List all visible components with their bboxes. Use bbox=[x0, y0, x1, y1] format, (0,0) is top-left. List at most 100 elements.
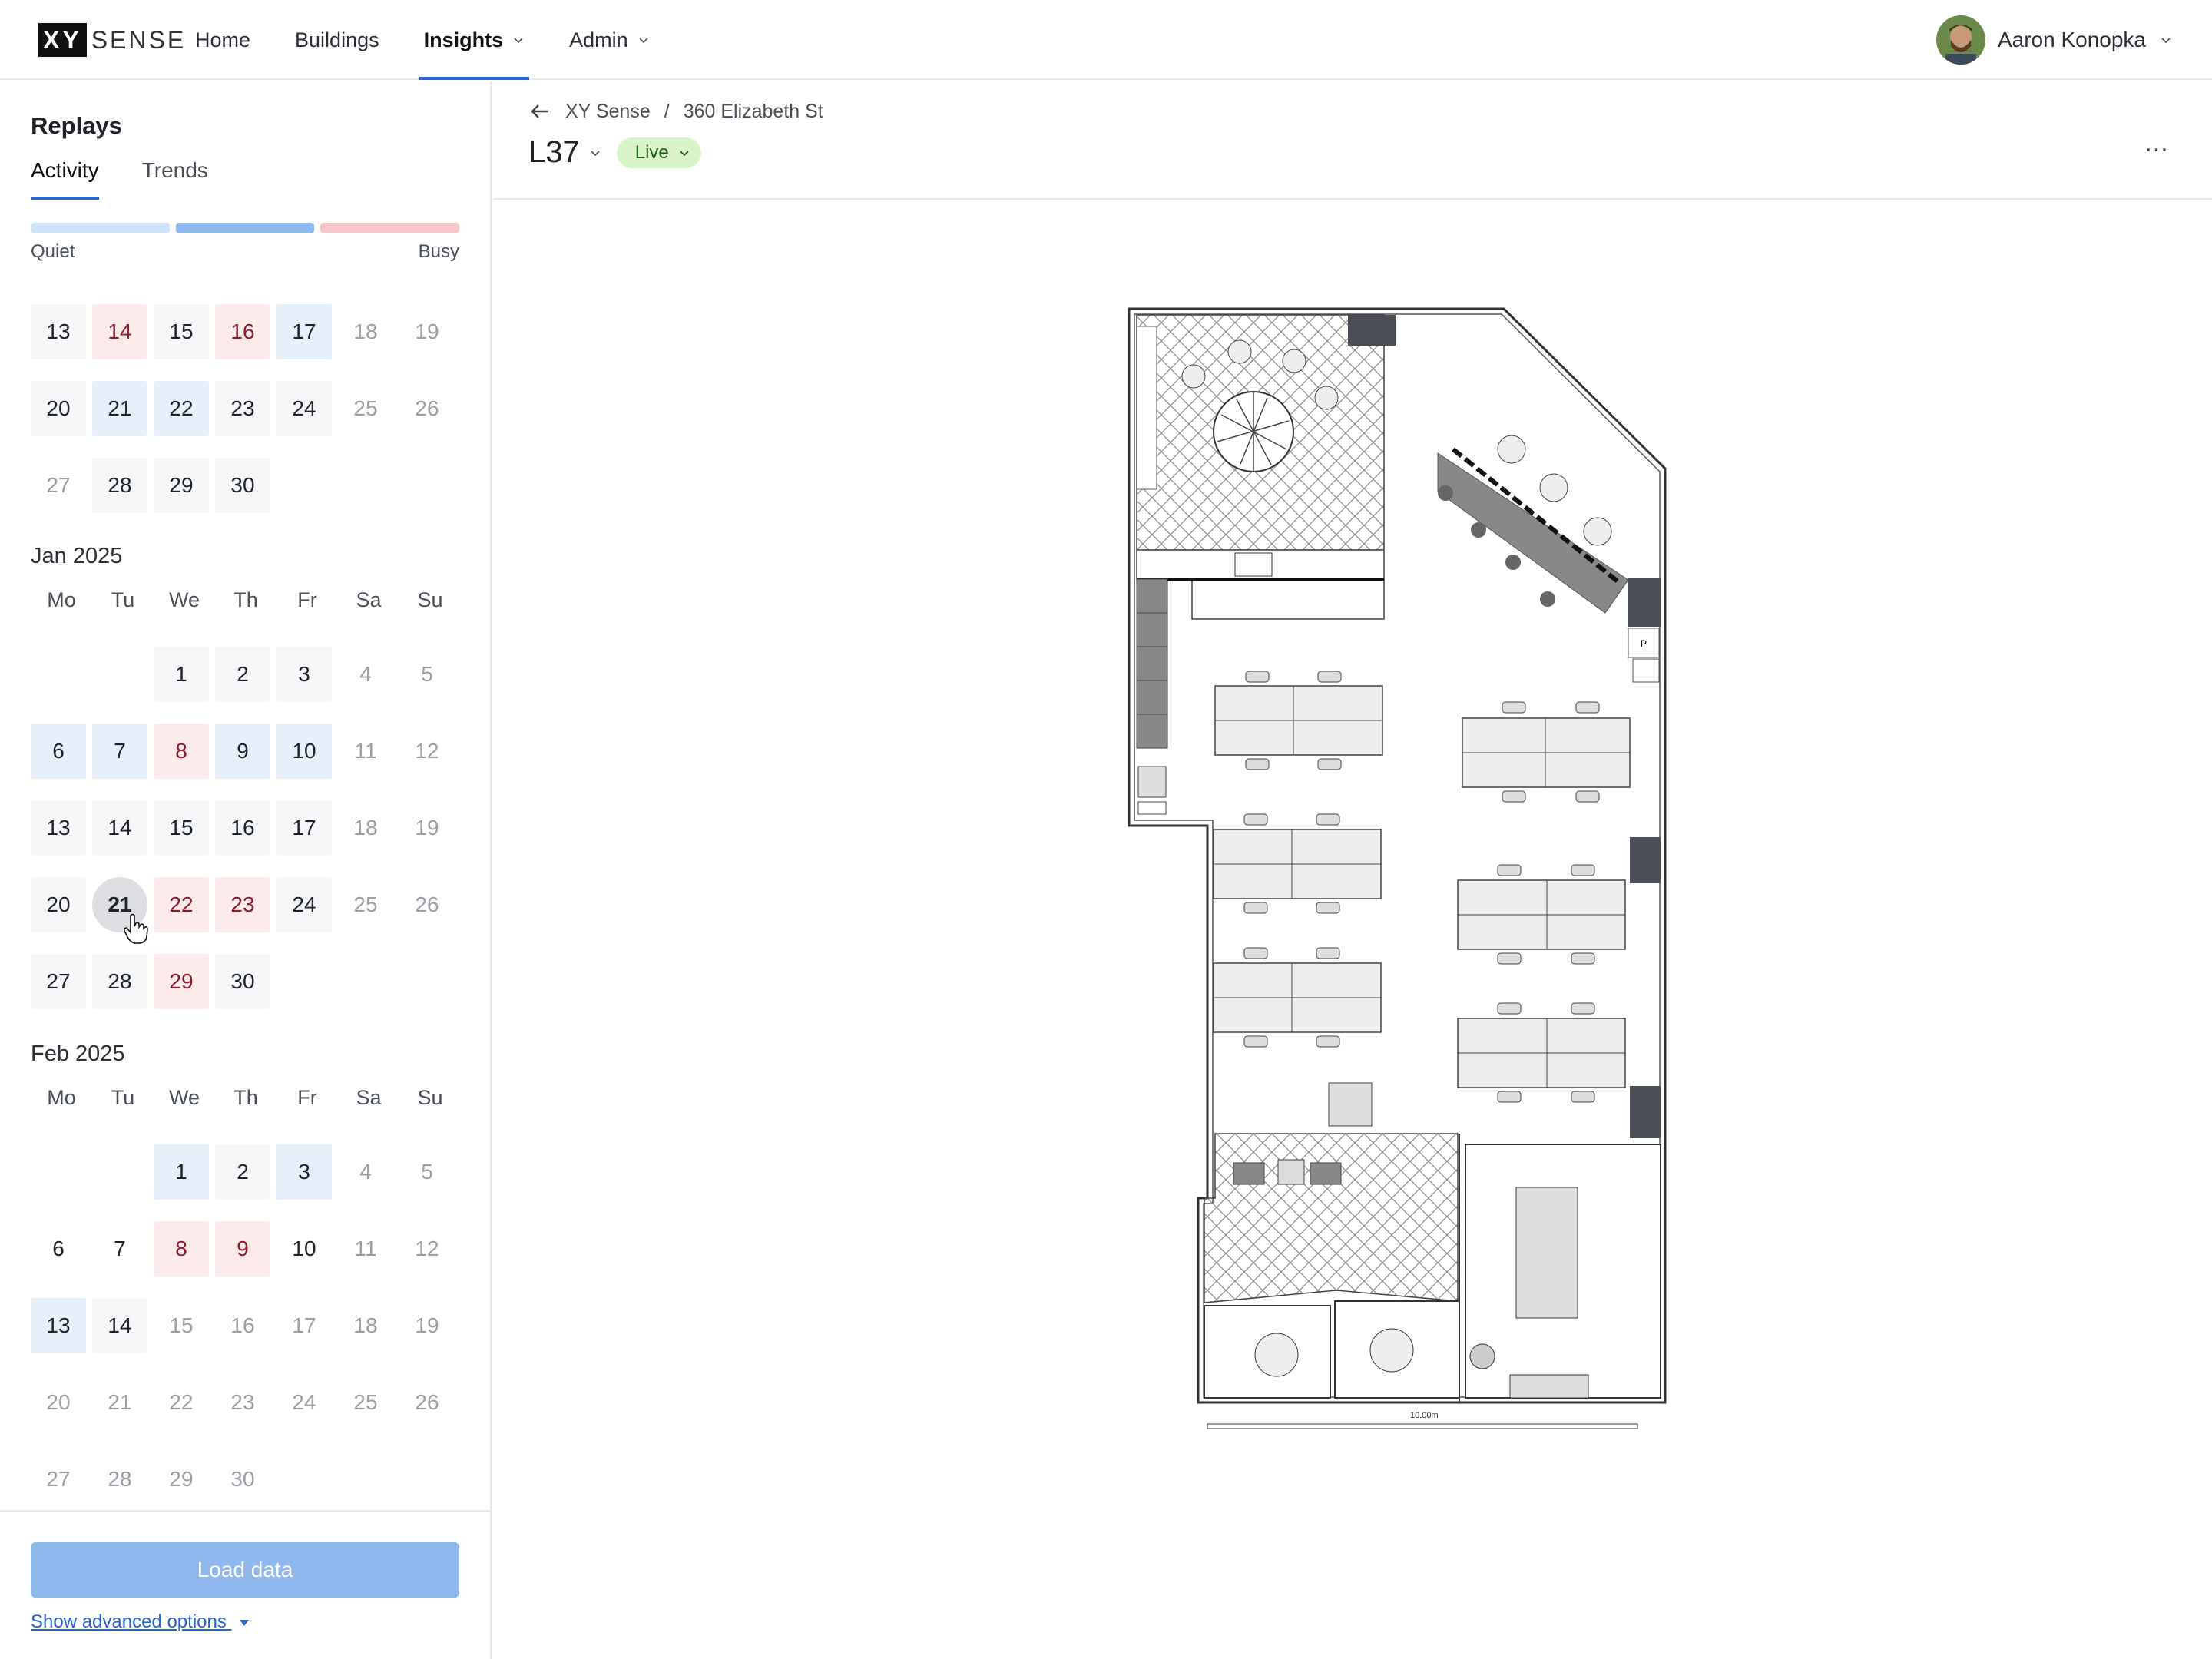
floor-plan[interactable]: P 10.00m bbox=[493, 201, 2212, 1659]
calendar-day[interactable]: 9 bbox=[215, 1221, 270, 1277]
calendar-day[interactable]: 29 bbox=[154, 954, 209, 1009]
floor-name[interactable]: L37 bbox=[528, 135, 580, 170]
calendar-day[interactable]: 23 bbox=[215, 381, 270, 436]
xysense-logo[interactable]: XY SENSE bbox=[38, 23, 186, 57]
calendar-day[interactable]: 24 bbox=[276, 877, 332, 932]
calendar-day[interactable]: 20 bbox=[31, 381, 86, 436]
calendar-day[interactable]: 17 bbox=[276, 1298, 332, 1353]
calendar-day[interactable]: 19 bbox=[399, 1298, 455, 1353]
nav-home[interactable]: Home bbox=[195, 0, 250, 80]
calendar-day[interactable]: 8 bbox=[154, 1221, 209, 1277]
calendar-day[interactable]: 25 bbox=[338, 381, 393, 436]
calendar-day[interactable]: 26 bbox=[399, 877, 455, 932]
calendar-day[interactable]: 27 bbox=[31, 458, 86, 513]
calendar-day[interactable]: 4 bbox=[338, 647, 393, 702]
breadcrumb-building[interactable]: 360 Elizabeth St bbox=[684, 101, 823, 123]
show-advanced-options-link[interactable]: Show advanced options bbox=[31, 1611, 250, 1633]
desk-cluster[interactable] bbox=[1214, 671, 1383, 770]
calendar-day[interactable]: 30 bbox=[215, 458, 270, 513]
calendar-day[interactable]: 13 bbox=[31, 304, 86, 359]
calendar-day[interactable]: 26 bbox=[399, 381, 455, 436]
back-arrow-icon[interactable] bbox=[528, 100, 551, 123]
calendar-day[interactable]: 23 bbox=[215, 877, 270, 932]
load-data-button[interactable]: Load data bbox=[31, 1542, 459, 1598]
calendar-day[interactable]: 18 bbox=[338, 800, 393, 856]
calendar-day[interactable]: 2 bbox=[215, 1144, 270, 1200]
desk-cluster[interactable] bbox=[1457, 1002, 1626, 1103]
live-status-pill[interactable]: Live bbox=[616, 137, 701, 168]
calendar-day[interactable]: 16 bbox=[215, 304, 270, 359]
calendar-day[interactable]: 20 bbox=[31, 1375, 86, 1430]
calendar-day[interactable]: 9 bbox=[215, 724, 270, 779]
calendar-day[interactable]: 21 bbox=[92, 1375, 147, 1430]
desk-cluster[interactable] bbox=[1213, 813, 1382, 914]
calendar-day[interactable]: 5 bbox=[399, 1144, 455, 1200]
calendar-day[interactable]: 10 bbox=[276, 724, 332, 779]
calendar-day[interactable]: 11 bbox=[338, 1221, 393, 1277]
calendar-day[interactable]: 25 bbox=[338, 1375, 393, 1430]
nav-admin[interactable]: Admin bbox=[569, 0, 650, 80]
calendar-day[interactable]: 22 bbox=[154, 1375, 209, 1430]
calendar-day[interactable]: 30 bbox=[215, 954, 270, 1009]
calendar-day[interactable]: 13 bbox=[31, 1298, 86, 1353]
calendar-day[interactable]: 28 bbox=[92, 1452, 147, 1507]
calendar-day[interactable]: 3 bbox=[276, 647, 332, 702]
calendar-day[interactable]: 27 bbox=[31, 954, 86, 1009]
tab-activity[interactable]: Activity bbox=[31, 158, 99, 200]
calendar-day[interactable]: 10 bbox=[276, 1221, 332, 1277]
calendar-day[interactable]: 17 bbox=[276, 800, 332, 856]
calendar-day[interactable]: 18 bbox=[338, 1298, 393, 1353]
calendar-day[interactable]: 13 bbox=[31, 800, 86, 856]
nav-insights[interactable]: Insights bbox=[419, 0, 529, 80]
calendar-day[interactable]: 28 bbox=[92, 458, 147, 513]
tab-trends[interactable]: Trends bbox=[142, 158, 208, 200]
calendar-day[interactable]: 1 bbox=[154, 647, 209, 702]
calendar-day[interactable]: 20 bbox=[31, 877, 86, 932]
calendar-day[interactable]: 12 bbox=[399, 724, 455, 779]
calendar-day[interactable]: 21 bbox=[92, 381, 147, 436]
calendar-day[interactable]: 4 bbox=[338, 1144, 393, 1200]
calendar-day[interactable]: 22 bbox=[154, 381, 209, 436]
calendar-day[interactable]: 16 bbox=[215, 1298, 270, 1353]
more-options-button[interactable]: ... bbox=[2141, 127, 2172, 158]
calendar-day[interactable]: 18 bbox=[338, 304, 393, 359]
calendar-day[interactable]: 8 bbox=[154, 724, 209, 779]
calendar-day[interactable]: 5 bbox=[399, 647, 455, 702]
user-menu[interactable]: Aaron Konopka bbox=[1936, 15, 2172, 65]
calendar-day[interactable]: 28 bbox=[92, 954, 147, 1009]
nav-buildings[interactable]: Buildings bbox=[295, 0, 379, 80]
calendar-day[interactable]: 19 bbox=[399, 304, 455, 359]
chevron-down-icon[interactable] bbox=[589, 147, 601, 159]
calendar-day[interactable]: 11 bbox=[338, 724, 393, 779]
calendar-day[interactable]: 23 bbox=[215, 1375, 270, 1430]
calendar-day[interactable]: 14 bbox=[92, 800, 147, 856]
calendar-day[interactable]: 7 bbox=[92, 1221, 147, 1277]
calendar-day[interactable]: 16 bbox=[215, 800, 270, 856]
calendar-day[interactable]: 7 bbox=[92, 724, 147, 779]
calendar-day[interactable]: 30 bbox=[215, 1452, 270, 1507]
calendar-day[interactable]: 29 bbox=[154, 1452, 209, 1507]
calendar-day[interactable]: 15 bbox=[154, 1298, 209, 1353]
desk-cluster[interactable] bbox=[1457, 864, 1626, 965]
calendar-day[interactable]: 19 bbox=[399, 800, 455, 856]
calendar-day[interactable]: 2 bbox=[215, 647, 270, 702]
breadcrumb-org[interactable]: XY Sense bbox=[565, 101, 651, 123]
calendar-day[interactable]: 17 bbox=[276, 304, 332, 359]
calendar-day[interactable]: 14 bbox=[92, 304, 147, 359]
calendar-day[interactable]: 26 bbox=[399, 1375, 455, 1430]
calendar-day[interactable]: 25 bbox=[338, 877, 393, 932]
calendar-day[interactable]: 24 bbox=[276, 1375, 332, 1430]
calendar-day[interactable]: 29 bbox=[154, 458, 209, 513]
calendar-day[interactable]: 12 bbox=[399, 1221, 455, 1277]
desk-cluster[interactable] bbox=[1213, 947, 1382, 1048]
desk-cluster[interactable] bbox=[1462, 701, 1631, 803]
calendar-day[interactable]: 6 bbox=[31, 724, 86, 779]
calendar-day[interactable]: 14 bbox=[92, 1298, 147, 1353]
calendar-day[interactable]: 3 bbox=[276, 1144, 332, 1200]
calendar-day[interactable]: 1 bbox=[154, 1144, 209, 1200]
calendar-day[interactable]: 22 bbox=[154, 877, 209, 932]
calendar-day[interactable]: 24 bbox=[276, 381, 332, 436]
calendar-day[interactable]: 27 bbox=[31, 1452, 86, 1507]
calendar-day[interactable]: 15 bbox=[154, 800, 209, 856]
calendar-day[interactable]: 15 bbox=[154, 304, 209, 359]
